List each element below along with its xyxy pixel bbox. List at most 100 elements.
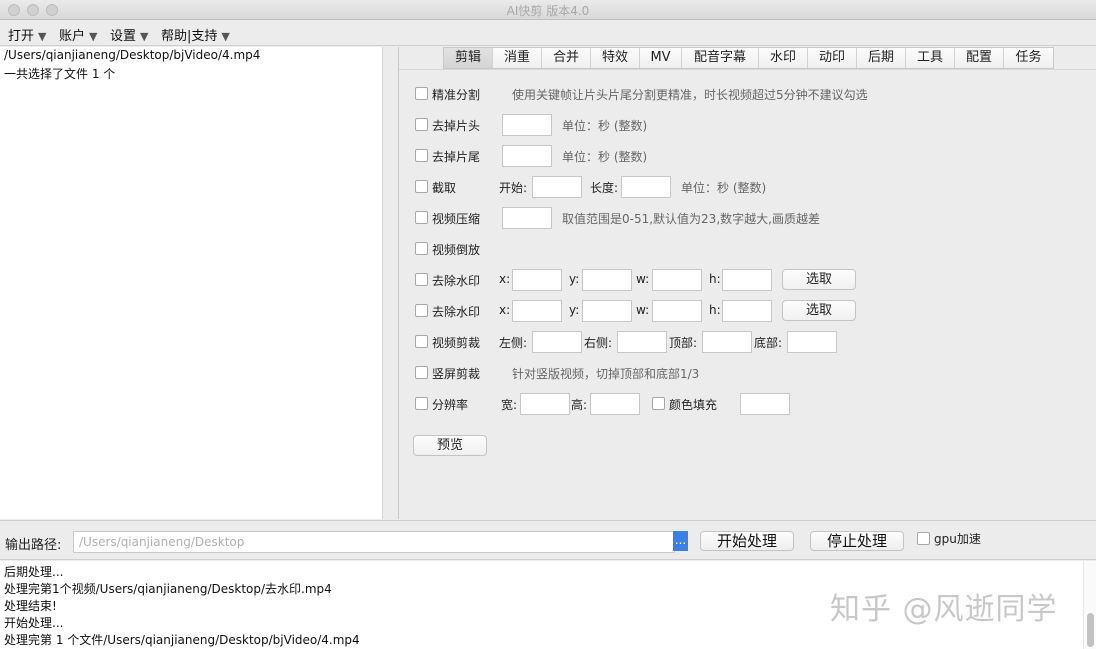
crop-top-input[interactable] <box>702 331 752 353</box>
crop-left-label: 左侧: <box>499 336 528 350</box>
watermark2-w-input[interactable] <box>652 300 702 322</box>
log-line: 开始处理... <box>4 616 64 630</box>
remove-head-label: 去掉片头 <box>432 119 481 133</box>
watermark1-x-input[interactable] <box>512 269 562 291</box>
vertical-crop-label: 竖屏剪裁 <box>432 367 481 381</box>
clip-start-label: 开始: <box>499 181 528 195</box>
tab-motion-print[interactable]: 动印 <box>808 48 857 68</box>
crop-right-input[interactable] <box>617 331 667 353</box>
remove-tail-checkbox[interactable] <box>415 149 428 162</box>
tab-divider <box>399 69 1096 70</box>
menu-help[interactable]: 帮助|支持 ▼ <box>161 25 230 44</box>
crop-bottom-label: 底部: <box>754 336 783 350</box>
precise-split-label: 精准分割 <box>432 88 481 102</box>
selected-file-summary: 一共选择了文件 1 个 <box>4 67 116 81</box>
watermark1-h-input[interactable] <box>722 269 772 291</box>
watermark2-checkbox[interactable] <box>415 304 428 317</box>
log-line: 处理完第 1 个文件/Users/qianjianeng/Desktop/bjV… <box>4 633 360 647</box>
tab-tools[interactable]: 工具 <box>906 48 955 68</box>
site-watermark: 知乎 @风逝同学 <box>830 592 1058 627</box>
browse-button[interactable]: ... <box>673 531 688 551</box>
watermark1-h-label: h: <box>709 272 721 286</box>
clip-label: 截取 <box>432 181 457 195</box>
watermark2-h-label: h: <box>709 303 721 317</box>
remove-head-checkbox[interactable] <box>415 118 428 131</box>
menu-account[interactable]: 账户 ▼ <box>59 25 97 44</box>
chevron-down-icon: ▼ <box>140 30 149 43</box>
watermark2-h-input[interactable] <box>722 300 772 322</box>
resolution-checkbox[interactable] <box>415 397 428 410</box>
tab-effects[interactable]: 特效 <box>591 48 640 68</box>
crop-label: 视频剪裁 <box>432 336 481 350</box>
tab-config[interactable]: 配置 <box>955 48 1004 68</box>
crop-left-input[interactable] <box>532 331 582 353</box>
tab-post[interactable]: 后期 <box>857 48 906 68</box>
crop-right-label: 右侧: <box>584 336 613 350</box>
watermark1-select-button[interactable]: 选取 <box>782 269 856 290</box>
watermark2-y-label: y: <box>569 303 580 317</box>
compress-label: 视频压缩 <box>432 212 481 226</box>
log-scrollbar-thumb[interactable] <box>1087 613 1094 647</box>
crop-checkbox[interactable] <box>415 335 428 348</box>
remove-head-input[interactable] <box>502 114 552 136</box>
tab-dedupe[interactable]: 消重 <box>493 48 542 68</box>
vertical-crop-checkbox[interactable] <box>415 366 428 379</box>
watermark1-checkbox[interactable] <box>415 273 428 286</box>
watermark1-y-input[interactable] <box>582 269 632 291</box>
preview-button[interactable]: 预览 <box>413 435 487 456</box>
menu-help-label: 帮助|支持 <box>161 29 218 44</box>
clip-checkbox[interactable] <box>415 180 428 193</box>
resolution-height-label: 高: <box>571 398 588 412</box>
watermark1-y-label: y: <box>569 272 580 286</box>
tab-dubbing-subtitles[interactable]: 配音字幕 <box>682 48 759 68</box>
remove-tail-input[interactable] <box>502 145 552 167</box>
compress-input[interactable] <box>502 207 552 229</box>
log-line: 后期处理... <box>4 565 64 579</box>
watermark2-label: 去除水印 <box>432 305 481 319</box>
watermark2-x-label: x: <box>499 303 511 317</box>
log-line: 处理完第1个视频/Users/qianjianeng/Desktop/去水印.m… <box>4 582 332 596</box>
watermark1-w-input[interactable] <box>652 269 702 291</box>
resolution-width-label: 宽: <box>501 398 518 412</box>
remove-head-hint: 单位：秒 (整数) <box>562 119 648 133</box>
chevron-down-icon: ▼ <box>38 30 47 43</box>
resolution-height-input[interactable] <box>590 393 640 415</box>
clip-length-input[interactable] <box>621 176 671 198</box>
remove-tail-label: 去掉片尾 <box>432 150 481 164</box>
color-fill-input[interactable] <box>740 393 790 415</box>
resolution-width-input[interactable] <box>520 393 570 415</box>
tab-tasks[interactable]: 任务 <box>1004 48 1053 68</box>
clip-hint: 单位：秒 (整数) <box>681 181 767 195</box>
compress-checkbox[interactable] <box>415 211 428 224</box>
tab-mv[interactable]: MV <box>640 48 682 68</box>
watermark2-x-input[interactable] <box>512 300 562 322</box>
color-fill-checkbox[interactable] <box>652 397 665 410</box>
clip-start-input[interactable] <box>532 176 582 198</box>
gpu-accel-checkbox[interactable] <box>917 532 930 545</box>
chevron-down-icon: ▼ <box>221 30 230 43</box>
tab-bar: 剪辑 消重 合并 特效 MV 配音字幕 水印 动印 后期 工具 配置 任务 <box>443 47 1054 69</box>
menu-settings-label: 设置 <box>110 29 137 44</box>
menu-settings[interactable]: 设置 ▼ <box>110 25 148 44</box>
output-path-input[interactable]: /Users/qianjianeng/Desktop <box>73 531 675 553</box>
window-title: AI快剪 版本4.0 <box>506 4 590 18</box>
tab-watermark[interactable]: 水印 <box>759 48 808 68</box>
log-scrollbar[interactable] <box>1083 561 1096 649</box>
crop-bottom-input[interactable] <box>787 331 837 353</box>
file-list-panel[interactable]: /Users/qianjianeng/Desktop/bjVideo/4.mp4… <box>0 47 383 519</box>
gpu-accel-label: gpu加速 <box>934 532 981 546</box>
settings-panel: 剪辑 消重 合并 特效 MV 配音字幕 水印 动印 后期 工具 配置 任务 精准… <box>399 47 1096 519</box>
vertical-crop-hint: 针对竖版视频，切掉顶部和底部1/3 <box>512 367 700 381</box>
tab-edit[interactable]: 剪辑 <box>444 48 493 68</box>
panel-splitter[interactable] <box>383 47 399 519</box>
menu-bar: 打开 ▼ 账户 ▼ 设置 ▼ 帮助|支持 ▼ <box>0 21 1096 46</box>
menu-open[interactable]: 打开 ▼ <box>8 25 46 44</box>
precise-split-checkbox[interactable] <box>415 87 428 100</box>
tab-merge[interactable]: 合并 <box>542 48 591 68</box>
stop-processing-button[interactable]: 停止处理 <box>810 531 904 551</box>
watermark2-y-input[interactable] <box>582 300 632 322</box>
start-processing-button[interactable]: 开始处理 <box>700 531 794 551</box>
reverse-checkbox[interactable] <box>415 242 428 255</box>
title-bar: AI快剪 版本4.0 <box>0 0 1096 20</box>
watermark2-select-button[interactable]: 选取 <box>782 300 856 321</box>
